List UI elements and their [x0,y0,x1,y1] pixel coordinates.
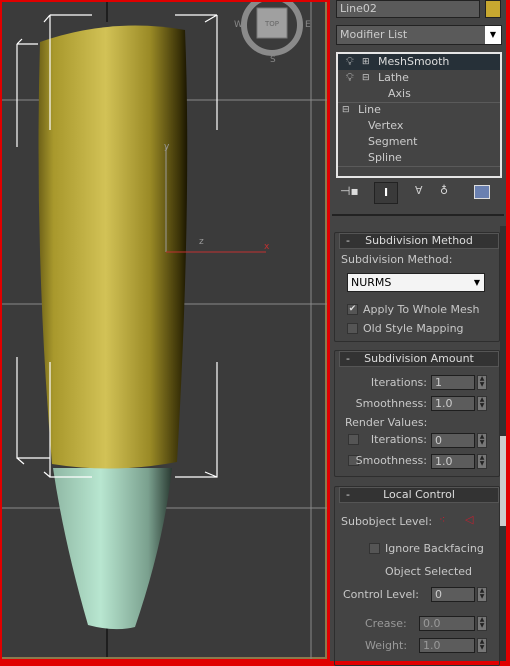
render-iterations-input[interactable]: 0 [431,433,475,448]
stack-item-spline[interactable]: Spline [368,150,402,166]
crease-spinner[interactable]: ▲ ▼ [477,616,487,631]
command-panel-modify: Line02 Modifier List ▼ 💡︎ ⊞ MeshSmooth 💡… [330,0,506,666]
viewport-scene: y z x TOP W E S [2,2,327,659]
control-level-label: Control Level: [343,588,420,601]
compass-w: W [234,20,243,30]
rollout-header[interactable]: - Local Control [339,487,499,503]
stack-item-segment[interactable]: Segment [368,134,418,150]
subobject-level-label: Subobject Level: [341,515,433,528]
stack-item-meshsmooth[interactable]: MeshSmooth [378,54,449,70]
weight-spinner[interactable]: ▲ ▼ [477,638,487,653]
compass-s: S [270,55,276,65]
expand-icon[interactable]: ⊞ [362,54,370,70]
render-values-label: Render Values: [345,416,428,429]
iterations-label: Iterations: [370,376,427,389]
chevron-down-icon: ▼ [473,278,480,287]
modifier-stack[interactable]: 💡︎ ⊞ MeshSmooth 💡︎ ⊟ Lathe Axis ⊟ Line V… [336,52,502,178]
crease-input[interactable]: 0.0 [419,616,475,631]
axis-z-label: z [199,237,204,247]
iterations-spinner[interactable]: ▲ ▼ [477,375,487,390]
crease-label: Crease: [365,617,407,630]
stack-item-axis[interactable]: Axis [388,86,411,102]
render-smoothness-label: Smoothness: [355,454,427,467]
weight-label: Weight: [365,639,408,652]
iterations-input[interactable]: 1 [431,375,475,390]
method-label: Subdivision Method: [341,253,453,266]
collapse-icon[interactable]: ⊟ [362,70,370,86]
viewport-top[interactable]: y z x TOP W E S [2,2,327,659]
smoothness-spinner[interactable]: ▲ ▼ [477,396,487,411]
axis-y-label: y [164,142,170,152]
make-unique-icon[interactable]: ∀ [415,184,423,197]
axis-x-label: x [264,242,270,252]
light-bulb-icon[interactable]: 💡︎ [346,70,354,86]
pin-stack-icon[interactable]: ⊣▪ [340,184,359,198]
method-dropdown[interactable]: NURMS ▼ [347,273,485,292]
remove-modifier-icon[interactable]: ♁ [440,184,448,197]
old-style-mapping-label: Old Style Mapping [363,322,464,335]
configure-sets-icon[interactable] [474,185,490,199]
render-smoothness-spinner[interactable]: ▲ ▼ [477,454,487,469]
stack-item-vertex[interactable]: Vertex [368,118,403,134]
modifier-list-label: Modifier List [340,28,408,41]
panel-scrollbar[interactable] [500,226,506,661]
control-level-input[interactable]: 0 [431,587,475,602]
render-iterations-label: Iterations: [370,433,427,446]
object-name-input[interactable]: Line02 [336,0,480,18]
rollout-header[interactable]: - Subdivision Amount [339,351,499,367]
viewcube[interactable]: TOP W E S [234,2,311,65]
rollout-subdivision-method: - Subdivision Method Subdivision Method: … [334,232,500,342]
render-smoothness-input[interactable]: 1.0 [431,454,475,469]
control-level-spinner[interactable]: ▲ ▼ [477,587,487,602]
render-iterations-spinner[interactable]: ▲ ▼ [477,433,487,448]
light-bulb-icon[interactable]: 💡︎ [346,54,354,70]
apply-whole-mesh-checkbox[interactable]: ✔ [347,304,358,315]
compass-e: E [305,20,311,30]
rollout-local-control: - Local Control Subobject Level: ⁖ ◁ Igno… [334,486,500,666]
stack-item-line[interactable]: Line [358,102,381,118]
apply-whole-mesh-label: Apply To Whole Mesh [363,303,480,316]
smoothness-input[interactable]: 1.0 [431,396,475,411]
edge-subobject-icon[interactable]: ◁ [465,513,473,526]
ignore-backfacing-checkbox[interactable] [369,543,380,554]
tip-mesh [53,468,172,630]
ignore-backfacing-label: Ignore Backfacing [385,542,484,555]
rollout-subdivision-amount: - Subdivision Amount Iterations: 1 ▲ ▼ Smo… [334,350,500,477]
selection-status: Object Selected [385,565,473,578]
viewcube-top-label: TOP [264,20,279,28]
old-style-mapping-checkbox[interactable] [347,323,358,334]
vertex-subobject-icon[interactable]: ⁖ [439,513,445,526]
render-iterations-checkbox[interactable] [348,434,359,445]
show-end-result-icon[interactable]: I [374,182,398,204]
collapse-icon[interactable]: ⊟ [342,102,350,118]
weight-input[interactable]: 1.0 [419,638,475,653]
body-mesh [38,25,188,469]
stack-item-lathe[interactable]: Lathe [378,70,409,86]
rollout-header[interactable]: - Subdivision Method [339,233,499,249]
smoothness-label: Smoothness: [355,397,427,410]
chevron-down-icon[interactable]: ▼ [485,26,501,44]
modifier-list-dropdown[interactable]: Modifier List ▼ [336,25,502,45]
object-color-swatch[interactable] [485,0,501,18]
